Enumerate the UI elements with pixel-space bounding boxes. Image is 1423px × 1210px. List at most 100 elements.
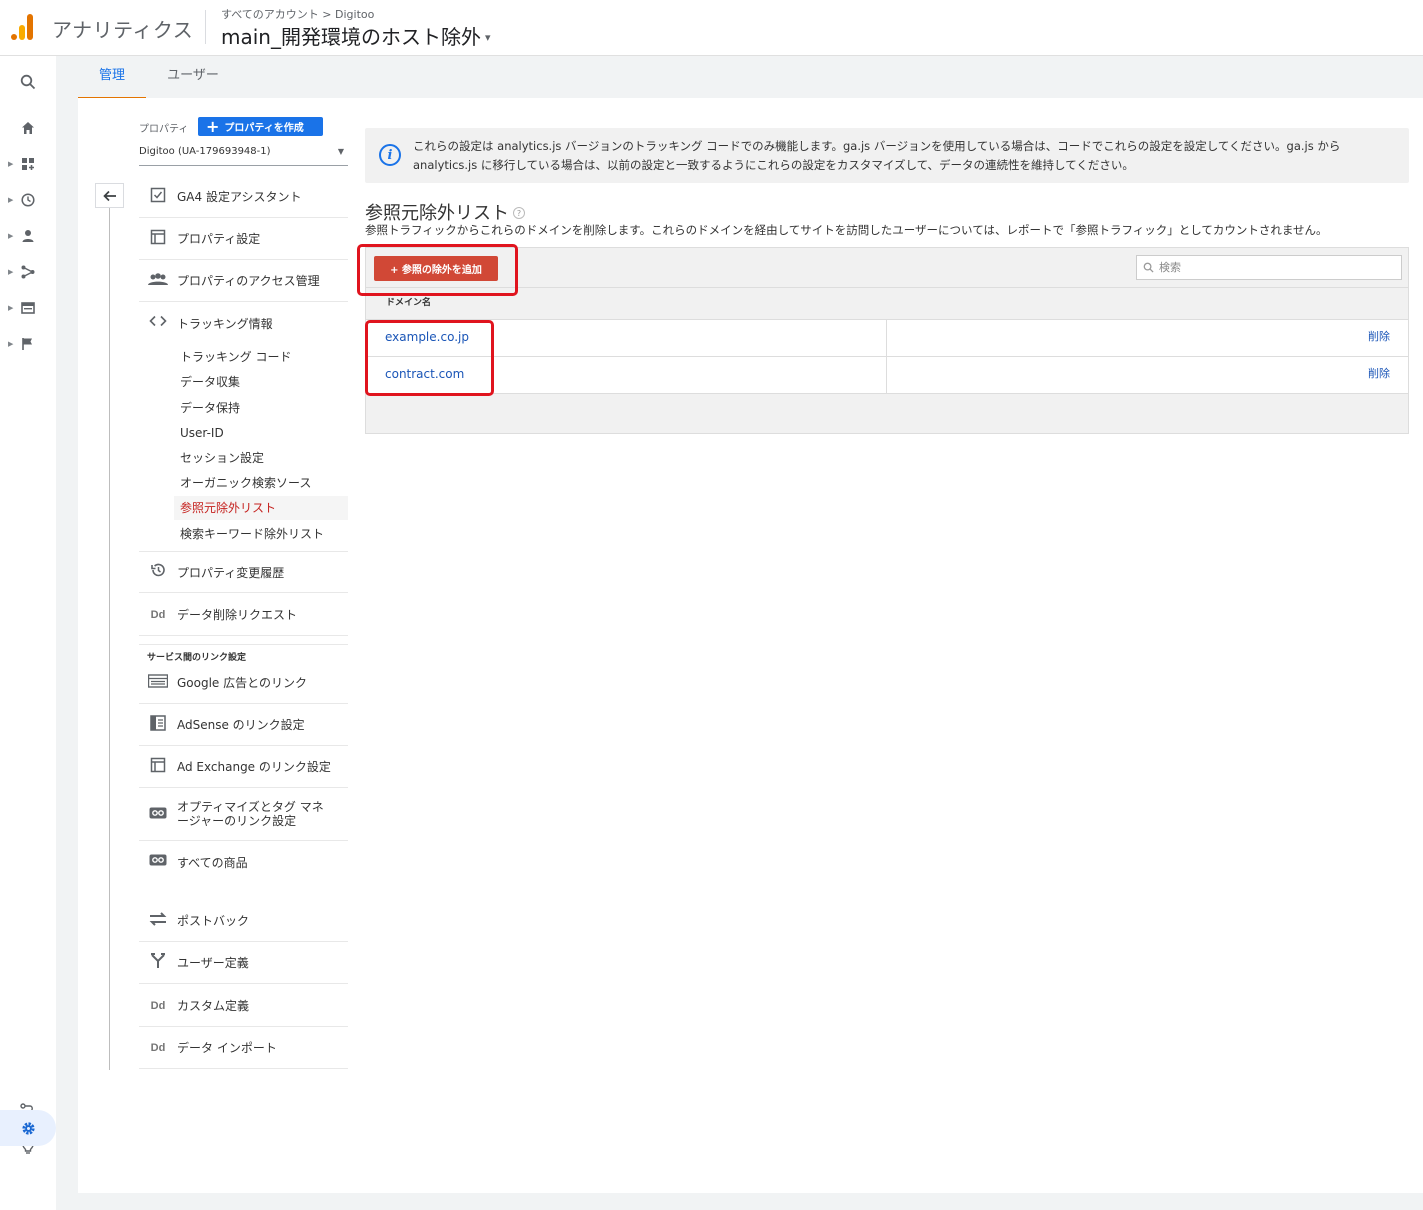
menu-label: オプティマイズとタグ マネージャーのリンク設定 bbox=[177, 800, 324, 828]
arrow-left-icon bbox=[102, 190, 116, 201]
menu-all-products[interactable]: すべての商品 bbox=[139, 841, 348, 883]
expand-arrow-icon: ▶ bbox=[8, 304, 14, 312]
menu-user-definitions[interactable]: ユーザー定義 bbox=[139, 942, 348, 984]
menu-custom-definitions[interactable]: Dd カスタム定義 bbox=[139, 985, 348, 1027]
search-input[interactable]: 検索 bbox=[1136, 255, 1402, 280]
highlight-box-add-button bbox=[357, 244, 518, 296]
menu-label: AdSense のリンク設定 bbox=[177, 718, 305, 732]
column-divider bbox=[109, 208, 110, 1070]
tab-user[interactable]: ユーザー bbox=[158, 56, 228, 99]
link-icon bbox=[139, 854, 177, 870]
menu-label: プロパティ設定 bbox=[177, 232, 261, 246]
rail-realtime[interactable]: ▶ bbox=[0, 186, 56, 214]
info-banner: i これらの設定は analytics.js バージョンのトラッキング コードで… bbox=[365, 128, 1409, 183]
menu-access-management[interactable]: プロパティのアクセス管理 bbox=[139, 260, 348, 302]
rail-search[interactable] bbox=[0, 68, 56, 96]
rail-home[interactable] bbox=[0, 114, 56, 142]
expand-arrow-icon: ▶ bbox=[8, 160, 14, 168]
menu-label: カスタム定義 bbox=[177, 999, 250, 1013]
rail-conversions[interactable]: ▶ bbox=[0, 330, 56, 358]
submenu-user-id[interactable]: User-ID bbox=[174, 421, 348, 445]
table-row: contract.com 削除 bbox=[366, 357, 1408, 394]
menu-tracking-info[interactable]: トラッキング情報 bbox=[139, 302, 348, 344]
delete-link[interactable]: 削除 bbox=[1368, 357, 1390, 393]
submenu-data-collection[interactable]: データ収集 bbox=[174, 370, 348, 394]
menu-label: データ削除リクエスト bbox=[177, 608, 298, 622]
submenu-search-term-exclusion[interactable]: 検索キーワード除外リスト bbox=[174, 522, 348, 546]
menu-label: すべての商品 bbox=[177, 855, 248, 870]
history-icon bbox=[139, 562, 177, 582]
expand-arrow-icon: ▶ bbox=[8, 232, 14, 240]
fork-icon bbox=[139, 952, 177, 973]
menu-label: プロパティのアクセス管理 bbox=[177, 274, 320, 288]
checkbox-icon bbox=[139, 187, 177, 207]
rail-audience[interactable]: ▶ bbox=[0, 222, 56, 250]
property-selector[interactable]: main_開発環境のホスト除外 ▾ bbox=[221, 21, 491, 50]
left-rail: ▶ ▶ ▶ ▶ ▶ ▶ bbox=[0, 56, 56, 1210]
rail-admin[interactable] bbox=[0, 1110, 56, 1146]
menu-label: ポストバック bbox=[177, 914, 250, 928]
expand-arrow-icon: ▶ bbox=[8, 268, 14, 276]
plus-icon: + bbox=[206, 116, 220, 136]
home-icon bbox=[22, 122, 34, 134]
expand-arrow-icon: ▶ bbox=[8, 340, 14, 348]
menu-property-settings[interactable]: プロパティ設定 bbox=[139, 218, 348, 260]
adexchange-icon bbox=[139, 757, 177, 777]
header-divider bbox=[205, 10, 206, 44]
property-title: main_開発環境のホスト除外 bbox=[221, 25, 481, 49]
dd-icon: Dd bbox=[150, 1041, 166, 1054]
flag-icon bbox=[22, 338, 32, 350]
menu-label: データ インポート bbox=[177, 1041, 277, 1055]
dd-icon: Dd bbox=[150, 999, 166, 1012]
info-text: これらの設定は analytics.js バージョンのトラッキング コードでのみ… bbox=[413, 139, 1341, 172]
tab-admin[interactable]: 管理 bbox=[78, 56, 146, 99]
menu-label: プロパティ変更履歴 bbox=[177, 565, 285, 580]
table-row: example.co.jp 削除 bbox=[366, 320, 1408, 357]
menu-label: Google 広告とのリンク bbox=[177, 676, 308, 690]
menu-ga4-assistant[interactable]: GA4 設定アシスタント bbox=[139, 176, 348, 218]
submenu-session-settings[interactable]: セッション設定 bbox=[174, 446, 348, 470]
menu-adexchange-link[interactable]: Ad Exchange のリンク設定 bbox=[139, 746, 348, 788]
submenu-tracking-code[interactable]: トラッキング コード bbox=[174, 345, 348, 369]
admin-tabs: 管理 ユーザー bbox=[78, 56, 1423, 99]
menu-change-history[interactable]: プロパティ変更履歴 bbox=[139, 551, 348, 593]
exclusion-table: + 参照の除外を追加 検索 ドメイン名 example.co.jp 削除 con… bbox=[365, 247, 1409, 434]
property-dropdown-value: Digitoo (UA-179693948-1) bbox=[139, 146, 271, 157]
menu-data-deletion[interactable]: Dd データ削除リクエスト bbox=[139, 594, 348, 636]
menu-optimize-link[interactable]: オプティマイズとタグ マネージャーのリンク設定 bbox=[139, 788, 348, 841]
link-icon bbox=[139, 807, 177, 822]
menu-google-ads-link[interactable]: Google 広告とのリンク bbox=[139, 662, 348, 704]
rail-acquisition[interactable]: ▶ bbox=[0, 258, 56, 286]
menu-adsense-link[interactable]: AdSense のリンク設定 bbox=[139, 704, 348, 746]
code-icon bbox=[139, 315, 177, 331]
column-header-domain[interactable]: ドメイン名 bbox=[366, 289, 1408, 320]
create-property-button[interactable]: + プロパティを作成 bbox=[198, 117, 323, 136]
rail-customization[interactable]: ▶ bbox=[0, 150, 56, 178]
menu-data-import[interactable]: Dd データ インポート bbox=[139, 1027, 348, 1069]
help-icon[interactable]: ? bbox=[513, 207, 525, 219]
rail-behavior[interactable]: ▶ bbox=[0, 294, 56, 322]
search-icon bbox=[20, 74, 36, 90]
menu-label: GA4 設定アシスタント bbox=[177, 190, 302, 204]
gear-icon bbox=[21, 1121, 35, 1135]
people-icon bbox=[139, 272, 177, 290]
submenu-data-retention[interactable]: データ保持 bbox=[174, 396, 348, 420]
account-breadcrumb[interactable]: すべてのアカウント > Digitoo bbox=[221, 6, 374, 22]
analytics-logo-icon[interactable] bbox=[10, 14, 36, 40]
delete-link[interactable]: 削除 bbox=[1368, 320, 1390, 356]
submenu-organic-sources[interactable]: オーガニック検索ソース bbox=[174, 471, 348, 495]
property-dropdown[interactable]: Digitoo (UA-179693948-1) ▼ bbox=[139, 146, 348, 166]
search-placeholder: 検索 bbox=[1159, 261, 1181, 274]
person-icon bbox=[22, 230, 34, 242]
page-title-text: 参照元除外リスト bbox=[365, 203, 509, 224]
chevron-down-icon: ▾ bbox=[484, 31, 491, 44]
highlight-box-domains bbox=[365, 320, 494, 396]
ads-icon bbox=[139, 673, 177, 692]
dd-icon: Dd bbox=[150, 608, 166, 621]
submenu-referral-exclusion[interactable]: 参照元除外リスト bbox=[174, 496, 348, 520]
menu-label: トラッキング情報 bbox=[177, 316, 273, 331]
menu-postback[interactable]: ポストバック bbox=[139, 900, 348, 942]
dashboard-icon bbox=[22, 158, 34, 170]
back-button[interactable] bbox=[95, 183, 124, 208]
behavior-icon bbox=[21, 302, 35, 314]
